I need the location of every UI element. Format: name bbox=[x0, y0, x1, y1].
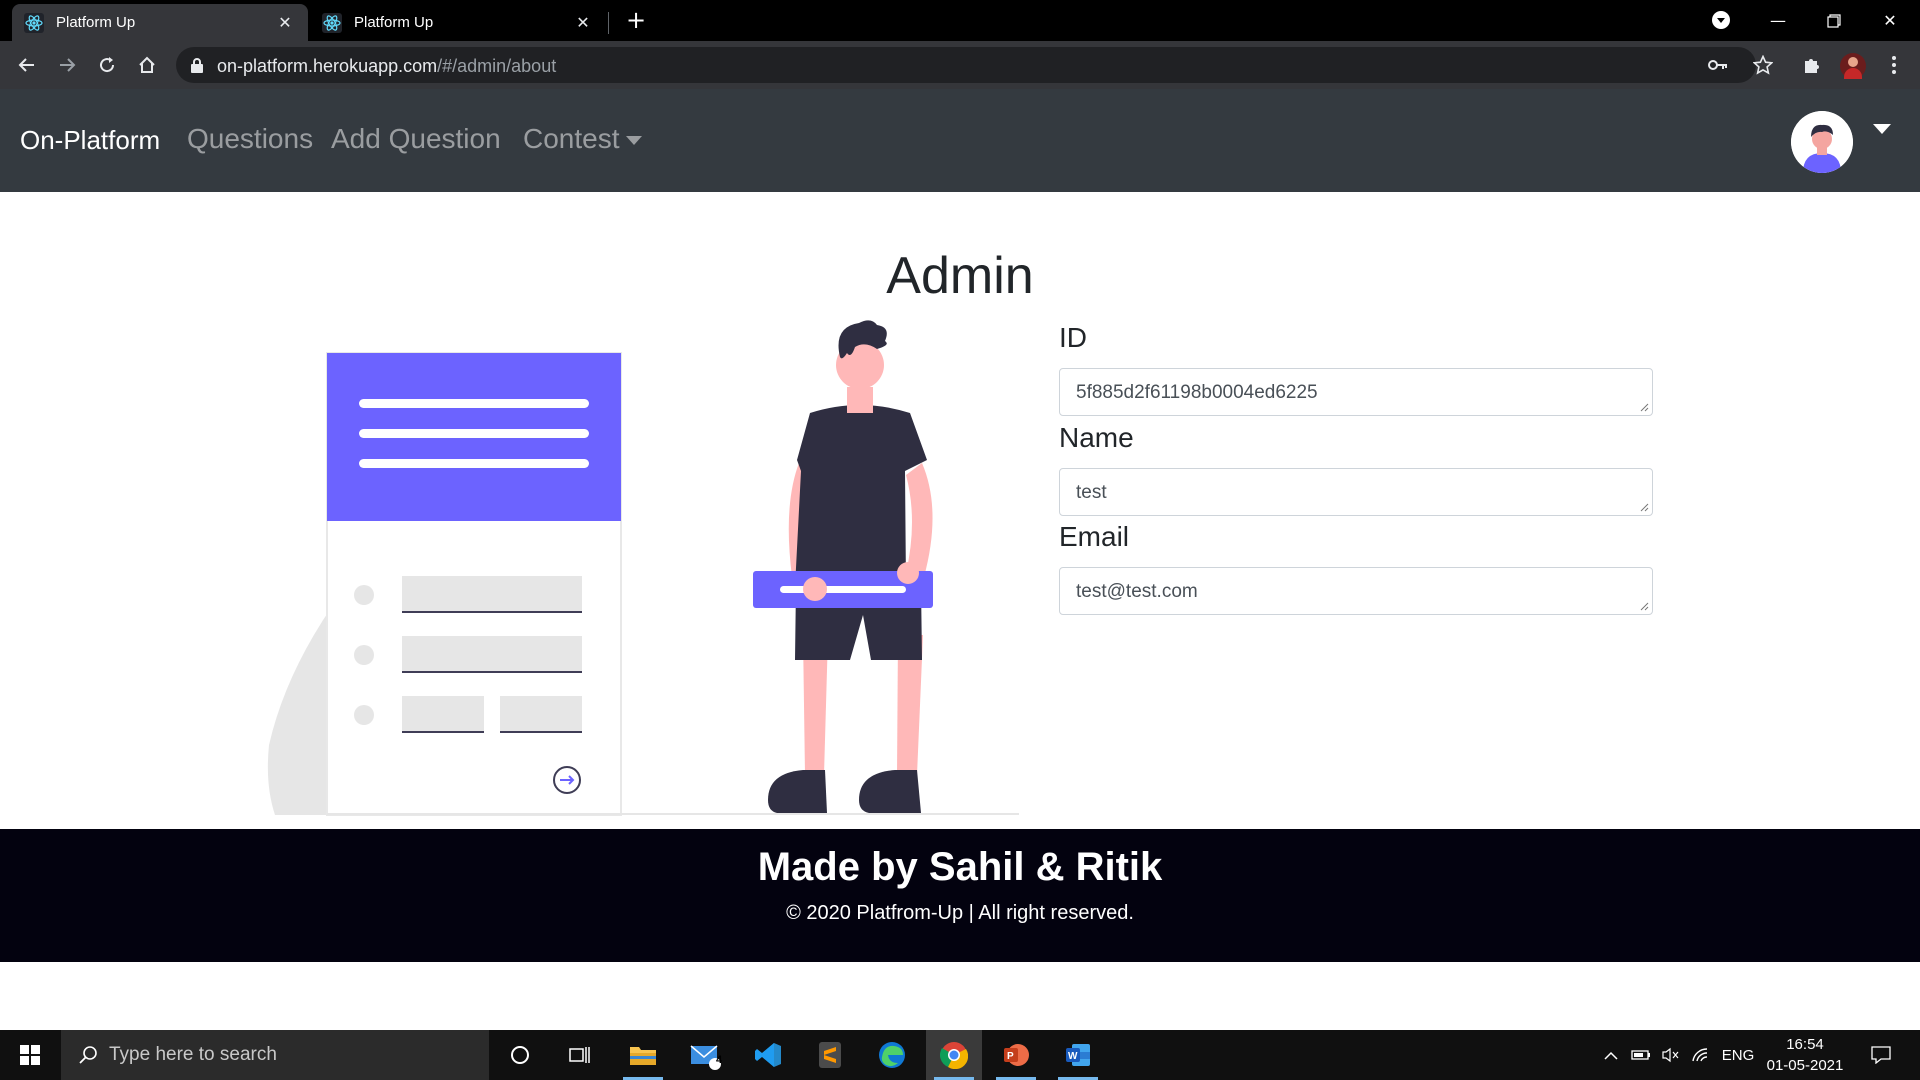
browser-tab[interactable]: Platform Up ✕ bbox=[310, 4, 606, 41]
address-bar[interactable]: on-platform.herokuapp.com/#/admin/about bbox=[176, 47, 1756, 83]
app-navbar: On-Platform Questions Add Question Conte… bbox=[0, 89, 1920, 192]
sublime-text-icon[interactable] bbox=[802, 1030, 858, 1080]
user-avatar[interactable] bbox=[1791, 111, 1853, 173]
close-tab-icon[interactable]: ✕ bbox=[276, 13, 294, 32]
email-field-value: test@test.com bbox=[1076, 581, 1198, 602]
system-clock[interactable]: 16:54 01-05-2021 bbox=[1760, 1034, 1850, 1076]
footer-title: Made by Sahil & Ritik bbox=[757, 845, 1163, 889]
restore-icon[interactable] bbox=[1806, 0, 1862, 41]
file-explorer-icon[interactable] bbox=[615, 1030, 671, 1080]
forward-icon[interactable] bbox=[51, 49, 83, 81]
minimize-icon[interactable]: — bbox=[1750, 0, 1806, 41]
mail-icon[interactable]: 4 bbox=[678, 1030, 734, 1080]
edge-icon[interactable] bbox=[864, 1030, 920, 1080]
close-tab-icon[interactable]: ✕ bbox=[574, 13, 592, 32]
nav-link-questions[interactable]: Questions bbox=[187, 123, 313, 155]
chevron-down-icon[interactable] bbox=[1873, 124, 1891, 134]
tab-title: Platform Up bbox=[354, 14, 434, 31]
resize-handle-icon[interactable] bbox=[1639, 601, 1649, 611]
wifi-icon[interactable] bbox=[1688, 1030, 1714, 1080]
language-indicator[interactable]: ENG bbox=[1718, 1030, 1758, 1080]
task-view-icon[interactable] bbox=[552, 1030, 608, 1080]
download-shield-icon[interactable] bbox=[1711, 10, 1731, 30]
page-title: Admin bbox=[886, 247, 1034, 305]
windows-logo-icon bbox=[20, 1045, 40, 1065]
resize-handle-icon[interactable] bbox=[1639, 502, 1649, 512]
back-icon[interactable] bbox=[11, 49, 43, 81]
lock-icon[interactable] bbox=[190, 57, 204, 73]
footer-copyright: © 2020 Platfrom-Up | All right reserved. bbox=[786, 902, 1134, 924]
nav-link-add-question[interactable]: Add Question bbox=[331, 123, 501, 155]
site-footer: Made by Sahil & Ritik © 2020 Platfrom-Up… bbox=[0, 829, 1920, 962]
new-tab-icon[interactable]: + bbox=[624, 8, 648, 32]
browser-toolbar: on-platform.herokuapp.com/#/admin/about bbox=[0, 41, 1920, 89]
id-field-value: 5f885d2f61198b0004ed6225 bbox=[1076, 382, 1318, 403]
person-figure bbox=[753, 320, 933, 813]
id-field[interactable]: 5f885d2f61198b0004ed6225 bbox=[1059, 368, 1653, 416]
clock-time: 16:54 bbox=[1786, 1036, 1824, 1053]
notification-center-icon[interactable] bbox=[1864, 1030, 1898, 1080]
powerpoint-icon[interactable]: P bbox=[988, 1030, 1044, 1080]
url-text: on-platform.herokuapp.com/#/admin/about bbox=[217, 56, 557, 76]
battery-icon[interactable] bbox=[1628, 1030, 1654, 1080]
email-label: Email bbox=[1059, 521, 1130, 552]
chrome-icon[interactable] bbox=[926, 1030, 982, 1080]
extensions-puzzle-icon[interactable] bbox=[1796, 49, 1828, 81]
browser-menu-icon[interactable] bbox=[1878, 49, 1910, 81]
reload-icon[interactable] bbox=[91, 49, 123, 81]
key-icon[interactable] bbox=[1708, 56, 1728, 74]
search-placeholder: Type here to search bbox=[109, 1044, 277, 1065]
taskbar-search-box[interactable]: Type here to search bbox=[61, 1030, 489, 1080]
tab-divider bbox=[608, 12, 609, 34]
react-favicon-icon bbox=[24, 12, 44, 33]
word-icon[interactable]: W bbox=[1050, 1030, 1106, 1080]
browser-tab-strip: Platform Up ✕ Platform Up ✕ + — ✕ bbox=[0, 0, 1920, 41]
search-icon bbox=[79, 1046, 97, 1064]
mail-badge: 4 bbox=[716, 1054, 723, 1066]
name-field[interactable]: test bbox=[1059, 468, 1653, 516]
clock-date: 01-05-2021 bbox=[1766, 1057, 1844, 1074]
nav-dropdown-contest-label: Contest bbox=[523, 123, 620, 154]
react-favicon-icon bbox=[322, 12, 342, 33]
leaf-shape bbox=[267, 605, 333, 815]
profile-avatar-icon[interactable] bbox=[1840, 53, 1866, 79]
start-button[interactable] bbox=[0, 1030, 60, 1080]
volume-muted-icon[interactable] bbox=[1658, 1030, 1684, 1080]
cortana-icon[interactable] bbox=[492, 1030, 548, 1080]
home-icon[interactable] bbox=[131, 49, 163, 81]
chevron-down-icon bbox=[625, 136, 642, 146]
user-avatar-icon bbox=[1791, 111, 1853, 173]
svg-text:P: P bbox=[1007, 1051, 1014, 1062]
name-label: Name bbox=[1059, 422, 1134, 453]
navbar-brand[interactable]: On-Platform bbox=[20, 125, 160, 156]
resize-handle-icon[interactable] bbox=[1639, 402, 1649, 412]
tab-title: Platform Up bbox=[56, 14, 136, 31]
vscode-icon[interactable] bbox=[740, 1030, 796, 1080]
tray-chevron-up-icon[interactable] bbox=[1598, 1030, 1624, 1080]
email-field[interactable]: test@test.com bbox=[1059, 567, 1653, 615]
browser-tab[interactable]: Platform Up ✕ bbox=[12, 4, 308, 41]
windows-taskbar: Type here to search 4 P W ENG 16:54 01-0… bbox=[0, 1030, 1920, 1080]
nav-dropdown-contest[interactable]: Contest bbox=[523, 123, 642, 155]
name-field-value: test bbox=[1076, 482, 1107, 503]
admin-illustration bbox=[267, 320, 1019, 816]
svg-text:W: W bbox=[1068, 1051, 1078, 1062]
close-window-icon[interactable]: ✕ bbox=[1862, 0, 1918, 41]
id-label: ID bbox=[1059, 322, 1087, 353]
bookmark-star-icon[interactable] bbox=[1747, 49, 1779, 81]
